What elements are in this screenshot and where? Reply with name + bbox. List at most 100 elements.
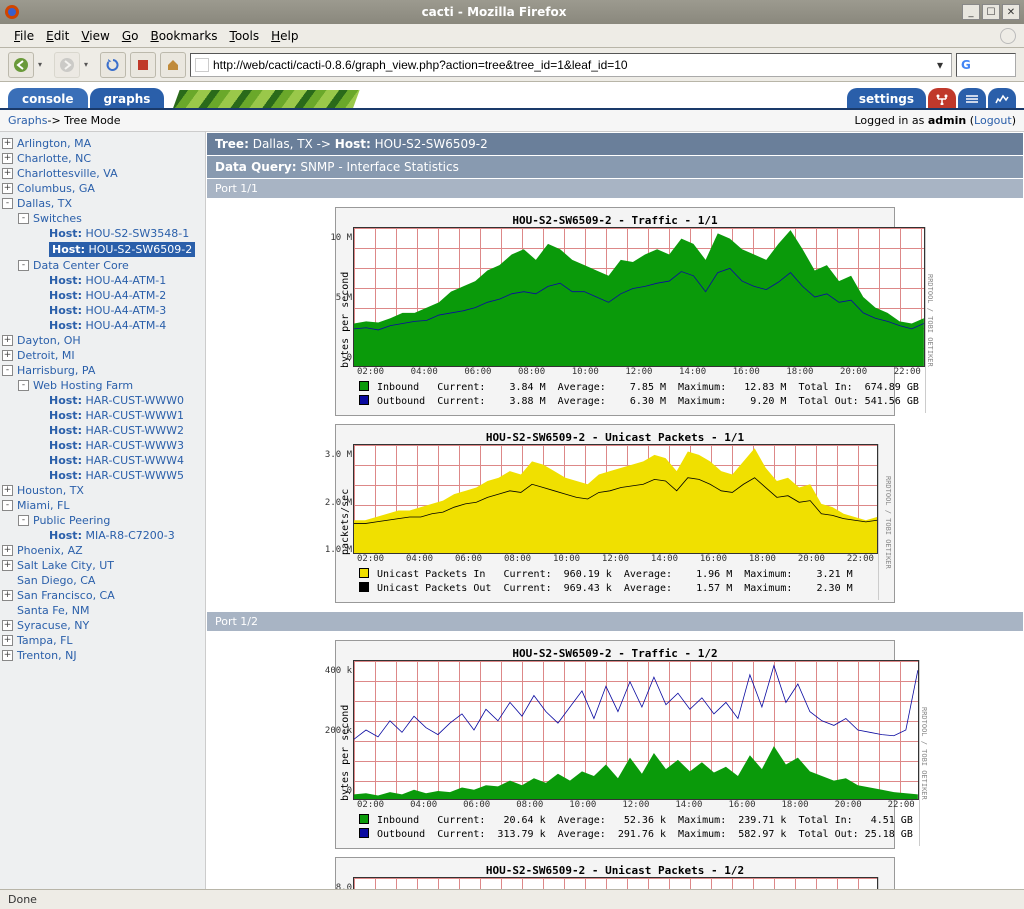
tree-item[interactable]: + Dayton, OH <box>2 333 203 348</box>
expand-icon[interactable]: + <box>2 485 13 496</box>
forward-button[interactable] <box>54 52 80 78</box>
tree-item[interactable]: + Arlington, MA <box>2 136 203 151</box>
home-button[interactable] <box>160 52 186 78</box>
tree-label[interactable]: Host: HAR-CUST-WWW4 <box>49 454 184 467</box>
graph-card[interactable]: HOU-S2-SW6509-2 - Unicast Packets - 1/1p… <box>335 424 895 603</box>
tree-host[interactable]: Host: HAR-CUST-WWW1 <box>2 408 203 423</box>
tree-item[interactable]: -Switches <box>2 211 203 226</box>
tree-item[interactable]: Santa Fe, NM <box>2 603 203 618</box>
graph-card[interactable]: HOU-S2-SW6509-2 - Traffic - 1/2bytes per… <box>335 640 895 849</box>
collapse-icon[interactable]: - <box>18 515 29 526</box>
maximize-button[interactable]: ☐ <box>982 4 1000 20</box>
tree-label[interactable]: Host: HOU-A4-ATM-1 <box>49 274 166 287</box>
tree-item[interactable]: + Columbus, GA <box>2 181 203 196</box>
tree-label[interactable]: Dallas, TX <box>17 197 72 210</box>
expand-icon[interactable]: + <box>2 350 13 361</box>
tree-label[interactable]: Miami, FL <box>17 499 70 512</box>
tree-label[interactable]: Host: HAR-CUST-WWW2 <box>49 424 184 437</box>
tree-host[interactable]: Host: HAR-CUST-WWW0 <box>2 393 203 408</box>
collapse-icon[interactable]: - <box>18 213 29 224</box>
tree-label[interactable]: Arlington, MA <box>17 137 91 150</box>
tree-item[interactable]: -Dallas, TX <box>2 196 203 211</box>
tree-label[interactable]: Web Hosting Farm <box>33 379 133 392</box>
tree-host[interactable]: Host: HOU-A4-ATM-2 <box>2 288 203 303</box>
tree-label[interactable]: Host: HOU-S2-SW6509-2 <box>49 242 195 257</box>
collapse-icon[interactable]: - <box>18 380 29 391</box>
menu-edit[interactable]: Edit <box>40 27 75 45</box>
tree-label[interactable]: Data Center Core <box>33 259 129 272</box>
tree-host[interactable]: Host: HOU-A4-ATM-4 <box>2 318 203 333</box>
expand-icon[interactable]: + <box>2 183 13 194</box>
expand-icon[interactable]: + <box>2 590 13 601</box>
back-history-dropdown[interactable]: ▾ <box>38 60 50 69</box>
url-bar[interactable]: ▾ <box>190 53 952 77</box>
tree-host[interactable]: Host: HOU-A4-ATM-1 <box>2 273 203 288</box>
tree-host[interactable]: Host: HOU-S2-SW6509-2 <box>2 241 203 258</box>
graph-card[interactable]: HOU-S2-SW6509-2 - Traffic - 1/1bytes per… <box>335 207 895 416</box>
url-history-dropdown[interactable]: ▾ <box>933 58 947 72</box>
expand-icon[interactable]: + <box>2 153 13 164</box>
tree-label[interactable]: Tampa, FL <box>17 634 73 647</box>
tree-host[interactable]: Host: HAR-CUST-WWW4 <box>2 453 203 468</box>
menu-bookmarks[interactable]: Bookmarks <box>144 27 223 45</box>
tree-label[interactable]: Dayton, OH <box>17 334 81 347</box>
forward-history-dropdown[interactable]: ▾ <box>84 60 96 69</box>
tree-label[interactable]: Trenton, NJ <box>17 649 77 662</box>
expand-icon[interactable]: + <box>2 560 13 571</box>
tree-label[interactable]: Salt Lake City, UT <box>17 559 114 572</box>
tree-label[interactable]: Switches <box>33 212 82 225</box>
tab-graphs[interactable]: graphs <box>90 88 165 110</box>
tree-item[interactable]: +Charlottesville, VA <box>2 166 203 181</box>
tree-host[interactable]: Host: HAR-CUST-WWW2 <box>2 423 203 438</box>
tree-label[interactable]: Host: HAR-CUST-WWW3 <box>49 439 184 452</box>
tree-item[interactable]: +Syracuse, NY <box>2 618 203 633</box>
tree-item[interactable]: + Charlotte, NC <box>2 151 203 166</box>
collapse-icon[interactable]: - <box>2 198 13 209</box>
back-button[interactable] <box>8 52 34 78</box>
minimize-button[interactable]: _ <box>962 4 980 20</box>
expand-icon[interactable]: + <box>2 335 13 346</box>
menu-go[interactable]: Go <box>116 27 145 45</box>
tree-item[interactable]: San Diego, CA <box>2 573 203 588</box>
tree-host[interactable]: Host: HOU-S2-SW3548-1 <box>2 226 203 241</box>
tree-item[interactable]: + Trenton, NJ <box>2 648 203 663</box>
stop-button[interactable] <box>130 52 156 78</box>
tree-host[interactable]: Host: MIA-R8-C7200-3 <box>2 528 203 543</box>
tree-label[interactable]: Columbus, GA <box>17 182 95 195</box>
url-input[interactable] <box>213 58 933 72</box>
search-box[interactable]: G <box>956 53 1016 77</box>
collapse-icon[interactable]: - <box>2 500 13 511</box>
expand-icon[interactable]: + <box>2 545 13 556</box>
close-button[interactable]: ✕ <box>1002 4 1020 20</box>
menu-help[interactable]: Help <box>265 27 304 45</box>
tree-label[interactable]: Host: HAR-CUST-WWW5 <box>49 469 184 482</box>
tree-item[interactable]: -Harrisburg, PA <box>2 363 203 378</box>
tree-item[interactable]: + Salt Lake City, UT <box>2 558 203 573</box>
collapse-icon[interactable]: - <box>18 260 29 271</box>
tree-label[interactable]: Host: HAR-CUST-WWW0 <box>49 394 184 407</box>
expand-icon[interactable]: + <box>2 620 13 631</box>
tree-host[interactable]: Host: HAR-CUST-WWW3 <box>2 438 203 453</box>
tree-item[interactable]: -Web Hosting Farm <box>2 378 203 393</box>
tree-label[interactable]: Host: HOU-S2-SW3548-1 <box>49 227 189 240</box>
expand-icon[interactable]: + <box>2 138 13 149</box>
tab-settings[interactable]: settings <box>847 88 926 110</box>
tree-item[interactable]: +Tampa, FL <box>2 633 203 648</box>
tree-label[interactable]: Charlotte, NC <box>17 152 91 165</box>
tree-item[interactable]: + Phoenix, AZ <box>2 543 203 558</box>
menu-file[interactable]: File <box>8 27 40 45</box>
tree-label[interactable]: Detroit, MI <box>17 349 75 362</box>
tree-item[interactable]: -Public Peering <box>2 513 203 528</box>
breadcrumb-link[interactable]: Graphs <box>8 114 47 127</box>
tree-view-icon[interactable] <box>928 88 956 110</box>
list-view-icon[interactable] <box>958 88 986 110</box>
menu-tools[interactable]: Tools <box>224 27 266 45</box>
tree-item[interactable]: -Miami, FL <box>2 498 203 513</box>
logout-link[interactable]: Logout <box>974 114 1012 127</box>
tree-host[interactable]: Host: HAR-CUST-WWW5 <box>2 468 203 483</box>
expand-icon[interactable]: + <box>2 650 13 661</box>
tree-label[interactable]: Harrisburg, PA <box>17 364 95 377</box>
tree-label[interactable]: Phoenix, AZ <box>17 544 83 557</box>
tree-item[interactable]: -Data Center Core <box>2 258 203 273</box>
tree-label[interactable]: Host: HAR-CUST-WWW1 <box>49 409 184 422</box>
